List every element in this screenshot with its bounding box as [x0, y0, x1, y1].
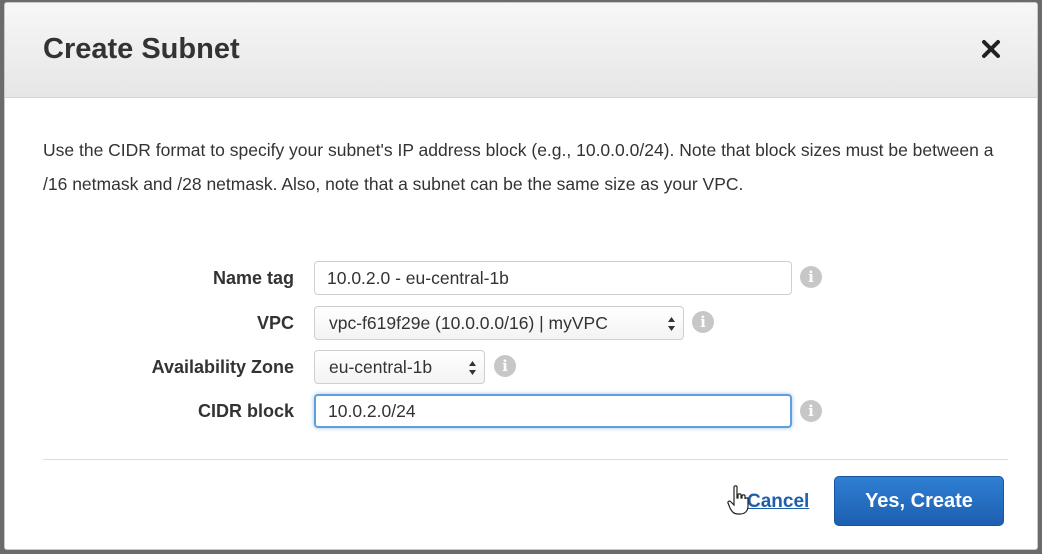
- vpc-info-icon[interactable]: i: [692, 311, 714, 333]
- vpc-select[interactable]: vpc-f619f29e (10.0.0.0/16) | myVPC: [314, 306, 684, 340]
- cancel-button[interactable]: Cancel: [747, 491, 809, 513]
- name-tag-label: Name tag: [212, 268, 294, 288]
- cidr-block-input[interactable]: [314, 394, 792, 428]
- dialog-header: Create Subnet: [5, 3, 1037, 98]
- vpc-row: VPC vpc-f619f29e (10.0.0.0/16) | myVPC i: [5, 306, 1037, 340]
- footer-divider: [43, 459, 1008, 460]
- dialog-description: Use the CIDR format to specify your subn…: [43, 140, 994, 194]
- cidr-block-row: CIDR block i: [5, 394, 1037, 428]
- vpc-selected-value: vpc-f619f29e (10.0.0.0/16) | myVPC: [329, 313, 608, 333]
- availability-zone-select[interactable]: eu-central-1b: [314, 350, 485, 384]
- dialog-title: Create Subnet: [43, 33, 240, 65]
- hand-cursor-icon: [727, 485, 749, 515]
- create-subnet-dialog: Create Subnet Use the CIDR format to spe…: [4, 2, 1038, 550]
- cidr-block-info-icon[interactable]: i: [800, 400, 822, 422]
- vpc-label: VPC: [256, 313, 294, 333]
- availability-zone-selected-value: eu-central-1b: [329, 357, 433, 377]
- yes-create-button[interactable]: Yes, Create: [834, 476, 1004, 526]
- availability-zone-label: Availability Zone: [151, 357, 294, 377]
- close-button[interactable]: [979, 37, 1003, 61]
- name-tag-row: Name tag i: [5, 261, 1037, 295]
- availability-zone-info-icon[interactable]: i: [494, 355, 516, 377]
- name-tag-info-icon[interactable]: i: [800, 266, 822, 288]
- close-icon: [982, 40, 1000, 58]
- availability-zone-row: Availability Zone eu-central-1b i: [5, 350, 1037, 384]
- cidr-block-label: CIDR block: [197, 401, 294, 421]
- select-arrows-icon: [668, 317, 675, 331]
- name-tag-input[interactable]: [314, 261, 792, 295]
- select-arrows-icon: [469, 361, 476, 375]
